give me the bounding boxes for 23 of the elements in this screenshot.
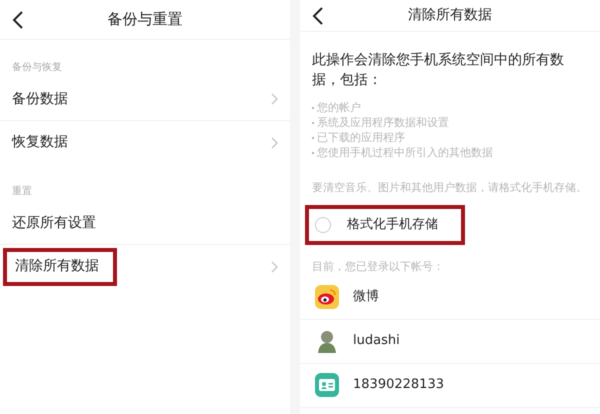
- section-header: 重置: [12, 184, 32, 198]
- back-icon[interactable]: [312, 6, 324, 24]
- format-option[interactable]: 格式化手机存储: [305, 205, 465, 245]
- accounts-header: 目前，您已登录以下帐号：: [311, 259, 445, 275]
- bullet-item: 系统及应用程序数据和设置: [312, 115, 588, 130]
- account-name: ludashi: [353, 332, 400, 350]
- bullet-item: 您使用手机过程中所引入的其他数据: [312, 145, 588, 160]
- account-name: 微博: [353, 288, 379, 306]
- app-icon: [315, 285, 339, 309]
- back-icon[interactable]: [12, 10, 24, 28]
- bullet-item: 已下载的应用程序: [312, 130, 588, 145]
- account-name: 18390228133: [353, 376, 444, 394]
- section-header: 备份与恢复: [12, 60, 62, 74]
- screen-title: 备份与重置: [108, 9, 182, 30]
- bullet-item: 您的帐户: [312, 100, 588, 115]
- settings-item[interactable]: 清除所有数据: [0, 245, 290, 288]
- description-text: 此操作会清除您手机系统空间中的所有数据，包括：: [311, 51, 565, 90]
- contact-card-icon: [315, 373, 339, 397]
- avatar-icon: [315, 329, 339, 353]
- screen-title: 清除所有数据: [408, 6, 492, 25]
- radio-button[interactable]: [315, 217, 331, 233]
- note-text: 要清空音乐、图片和其他用户数据，请格式化手机存储。: [311, 180, 588, 195]
- settings-item[interactable]: 恢复数据: [0, 121, 290, 164]
